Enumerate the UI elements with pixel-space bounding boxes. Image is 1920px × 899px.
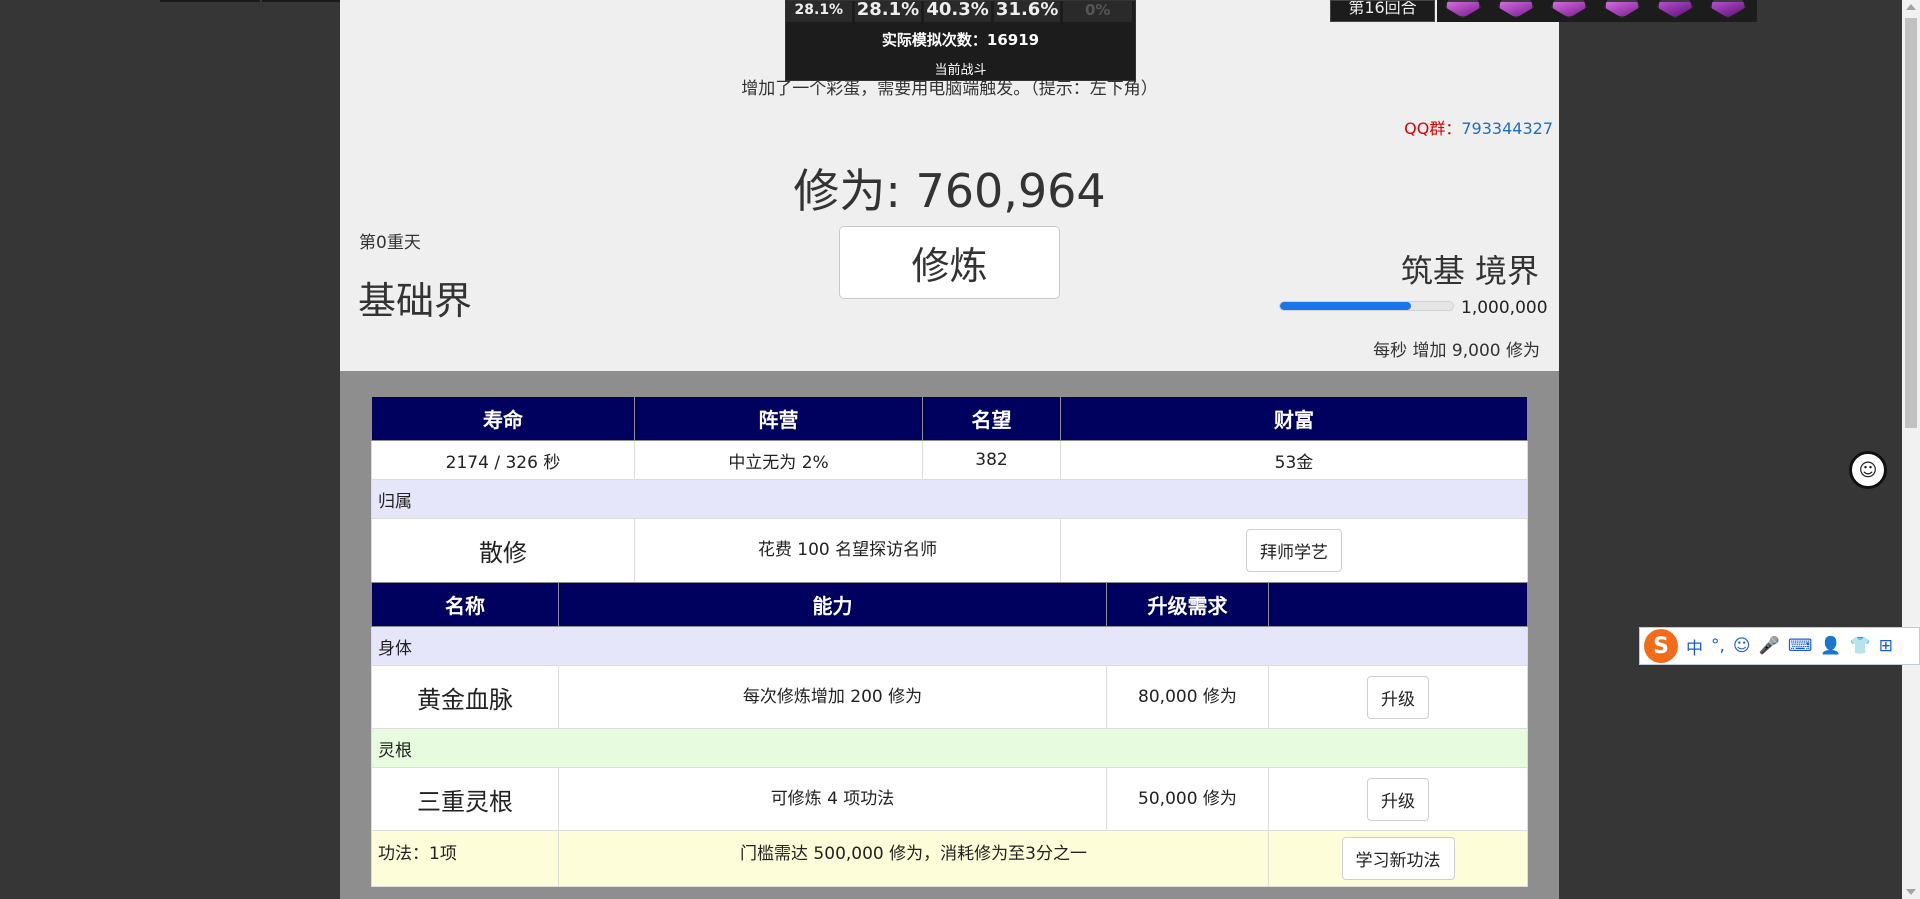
win-rate: 0% — [1063, 1, 1133, 22]
gem-icon[interactable] — [1445, 0, 1481, 18]
root-desc: 可修炼 4 项功法 — [558, 767, 1107, 831]
top-tab[interactable] — [160, 0, 260, 2]
sogou-logo-icon[interactable]: S — [1644, 629, 1678, 663]
body-desc: 每次修炼增加 200 修为 — [558, 665, 1107, 729]
ability-header-power: 能力 — [558, 582, 1107, 627]
round-indicator: 第16回合 — [1330, 0, 1435, 22]
skill-action-cell: 学习新功法 — [1268, 830, 1528, 887]
ability-header-req: 升级需求 — [1106, 582, 1269, 627]
section-body: 身体 — [371, 626, 1528, 666]
cultivate-button[interactable]: 修炼 — [839, 226, 1060, 299]
body-action-cell: 升级 — [1268, 665, 1528, 729]
learn-skill-button[interactable]: 学习新功法 — [1341, 837, 1455, 880]
realm-progress-fill — [1280, 302, 1412, 310]
stat-fame: 382 — [922, 440, 1061, 480]
qq-number-link[interactable]: 793344327 — [1461, 119, 1553, 138]
win-rate: 40.3% — [924, 1, 991, 22]
ime-item[interactable]: 中 — [1686, 634, 1703, 659]
simulation-number: 16919 — [986, 31, 1040, 49]
affiliation-name: 散修 — [371, 518, 635, 583]
stat-header-faction: 阵营 — [634, 396, 923, 441]
stat-lifespan: 2174 / 326 秒 — [371, 440, 635, 480]
heaven-level: 第0重天 — [359, 233, 421, 253]
current-battle-link[interactable]: 当前战斗 — [786, 59, 1135, 78]
win-rate: 28.1% — [854, 1, 922, 22]
ime-emoji-icon[interactable]: ☺ — [1733, 636, 1751, 656]
stat-header-wealth: 财富 — [1060, 396, 1528, 441]
section-spirit-root: 灵根 — [371, 728, 1528, 768]
battle-win-rates: 28.1% 28.1% 40.3% 31.6% 0% — [786, 1, 1135, 22]
gem-icon[interactable] — [1498, 0, 1534, 18]
ability-header-name: 名称 — [371, 582, 559, 627]
affiliation-action-cell: 拜师学艺 — [1060, 518, 1528, 583]
simulation-label: 实际模拟次数： — [881, 31, 987, 49]
qq-label: QQ群： — [1404, 119, 1462, 138]
gem-bar — [1437, 0, 1757, 22]
section-affiliation: 归属 — [371, 479, 1528, 519]
ime-toolbar: S 中 °, ☺ 🎤 ⌨ 👤 👕 ⊞ — [1639, 627, 1920, 665]
stat-header-fame: 名望 — [922, 396, 1061, 441]
root-req: 50,000 修为 — [1106, 767, 1269, 831]
battle-overlay: 28.1% 28.1% 40.3% 31.6% 0% 实际模拟次数：16919 … — [785, 0, 1136, 81]
scroll-down-icon[interactable] — [1906, 889, 1916, 895]
gem-icon[interactable] — [1551, 0, 1587, 18]
ime-user-icon[interactable]: 👤 — [1820, 636, 1841, 656]
world-name: 基础界 — [358, 279, 473, 323]
cultivation-value: 修为: 760,964 — [793, 164, 1106, 218]
realm-progress-bar — [1279, 301, 1454, 311]
assistant-avatar-icon[interactable]: ☺ — [1849, 451, 1887, 489]
ability-header-action — [1268, 582, 1528, 627]
gem-icon[interactable] — [1604, 0, 1640, 18]
ime-voice-icon[interactable]: 🎤 — [1759, 636, 1780, 656]
cultivation-rate: 每秒 增加 9,000 修为 — [1373, 341, 1540, 361]
ime-item[interactable]: °, — [1711, 636, 1725, 656]
stat-header-lifespan: 寿命 — [371, 396, 635, 441]
star-gem-icon[interactable] — [1657, 0, 1693, 18]
game-page: 增加了一个彩蛋，需要用电脑端触发。（提示：左下角） QQ群：793344327 … — [340, 0, 1559, 899]
skill-desc: 门槛需达 500,000 修为，消耗修为至3分之一 — [558, 830, 1269, 887]
realm-progress-max: 1,000,000 — [1461, 298, 1548, 318]
stat-faction: 中立无为 2% — [634, 440, 923, 480]
scrollbar-thumb[interactable] — [1905, 18, 1917, 428]
win-rate: 31.6% — [993, 1, 1061, 22]
scroll-up-icon[interactable] — [1906, 4, 1916, 10]
qq-group: QQ群：793344327 — [1404, 115, 1553, 139]
body-req: 80,000 修为 — [1106, 665, 1269, 729]
ime-grid-icon[interactable]: ⊞ — [1879, 636, 1893, 656]
stat-wealth: 53金 — [1060, 440, 1528, 480]
upgrade-body-button[interactable]: 升级 — [1367, 675, 1429, 719]
star-gem-icon[interactable] — [1710, 0, 1746, 18]
apprentice-button[interactable]: 拜师学艺 — [1246, 529, 1342, 572]
upgrade-root-button[interactable]: 升级 — [1367, 777, 1429, 821]
stats-table: 寿命 阵营 名望 财富 2174 / 326 秒 中立无为 2% 382 53金… — [371, 396, 1528, 583]
ime-skin-icon[interactable]: 👕 — [1850, 636, 1871, 656]
affiliation-desc: 花费 100 名望探访名师 — [634, 518, 1061, 583]
scrollbar[interactable] — [1902, 0, 1920, 899]
simulation-count: 实际模拟次数：16919 — [786, 29, 1135, 50]
root-name: 三重灵根 — [371, 767, 559, 831]
win-rate: 28.1% — [786, 1, 852, 22]
realm-name: 筑基 境界 — [1400, 252, 1539, 290]
skill-count: 功法：1项 — [371, 830, 559, 887]
abilities-table: 名称 能力 升级需求 身体 黄金血脉 每次修炼增加 200 修为 80,000 … — [371, 582, 1528, 887]
ime-keyboard-icon[interactable]: ⌨ — [1788, 636, 1813, 656]
body-name: 黄金血脉 — [371, 665, 559, 729]
root-action-cell: 升级 — [1268, 767, 1528, 831]
